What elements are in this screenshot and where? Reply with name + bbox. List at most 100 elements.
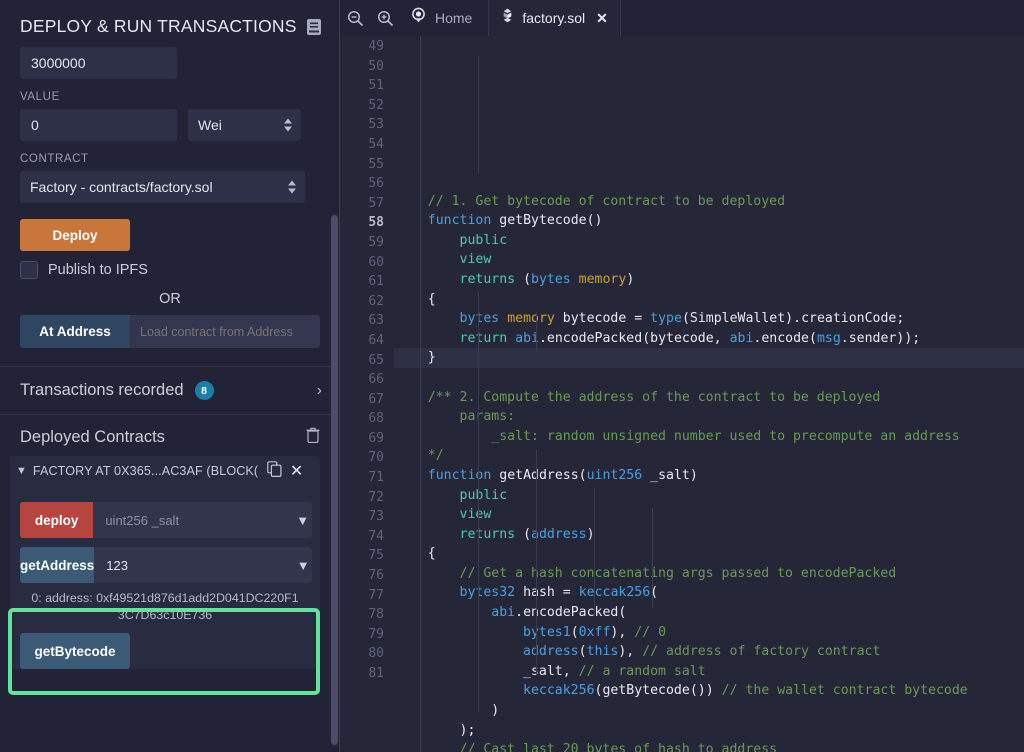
code-line[interactable]: returns (address) [394,525,1024,545]
indent-guide [536,312,537,352]
panel-header: DEPLOY & RUN TRANSACTIONS [0,0,340,47]
code-line[interactable]: ); [394,721,1024,741]
editor-tabbar: Home factory.sol ✕ [340,0,1024,36]
or-divider-text: OR [159,291,181,307]
value-unit-select[interactable]: Wei [188,109,301,141]
deployed-contracts-label: Deployed Contracts [20,428,165,446]
code-line[interactable]: public [394,486,1024,506]
deployed-contracts-header: Deployed Contracts [0,415,340,456]
code-line[interactable]: params: [394,407,1024,427]
line-number: 64 [368,332,384,348]
line-number: 53 [368,117,384,133]
code-line[interactable]: ) [394,701,1024,721]
line-number: 79 [368,626,384,642]
code-line[interactable]: return abi.encodePacked(bytecode, abi.en… [394,329,1024,349]
code-line[interactable]: keccak256(getBytecode()) // the wallet c… [394,681,1024,701]
chevron-down-icon[interactable]: ▼ [293,502,312,538]
value-input[interactable] [20,109,177,141]
code-line[interactable]: function getBytecode() [394,211,1024,231]
zoom-in-icon[interactable] [370,0,400,36]
function-input-deploy[interactable] [93,502,294,538]
document-icon[interactable] [306,18,322,36]
code-line[interactable] [394,368,1024,388]
trash-icon[interactable] [306,427,320,448]
indent-guide [420,36,421,752]
line-number: 51 [368,78,384,94]
deploy-run-panel: DEPLOY & RUN TRANSACTIONS VALUE Wei [0,0,340,752]
at-address-input[interactable] [130,315,320,348]
tab-factory-sol[interactable]: factory.sol ✕ [489,0,621,36]
tab-home-label: Home [435,10,473,26]
code-line[interactable]: // 1. Get bytecode of contract to be dep… [394,192,1024,212]
contract-card-header[interactable]: ▼ FACTORY AT 0X365...AC3AF (BLOCK( ✕ [10,456,320,486]
code-line[interactable]: abi.encodePacked( [394,603,1024,623]
code-line[interactable]: bytes memory bytecode = type(SimpleWalle… [394,309,1024,329]
function-button-getbytecode[interactable]: getBytecode [20,633,130,669]
line-number: 77 [368,587,384,603]
line-number: 55 [368,156,384,172]
function-row-getaddress: getAddress ▼ [20,547,312,583]
code-line[interactable]: view [394,250,1024,270]
line-number: 57 [368,195,384,211]
line-number: 58 [368,215,384,231]
copy-icon[interactable] [267,460,282,482]
code-line[interactable]: _salt, // a random salt [394,662,1024,682]
line-number: 66 [368,372,384,388]
code-line[interactable]: { [394,544,1024,564]
deploy-button[interactable]: Deploy [20,219,130,251]
function-button-getaddress[interactable]: getAddress [20,547,95,583]
indent-guide [652,508,653,608]
code-line[interactable]: view [394,505,1024,525]
code-line[interactable]: { [394,290,1024,310]
indent-guide [478,56,479,174]
code-line[interactable]: // Cast last 20 bytes of hash to address [394,740,1024,752]
close-icon[interactable]: ✕ [596,10,608,27]
line-number: 56 [368,176,384,192]
code-line[interactable]: } [394,348,1024,368]
chevron-down-icon[interactable]: ▼ [16,465,27,477]
code-line[interactable]: bytes32 hash = keccak256( [394,583,1024,603]
tab-label: factory.sol [522,10,586,26]
code-line[interactable]: */ [394,446,1024,466]
value-unit-label: Wei [198,117,222,133]
transactions-recorded-badge: 8 [194,381,214,400]
line-number: 63 [368,313,384,329]
indent-guide [594,488,595,616]
code-line[interactable]: returns (bytes memory) [394,270,1024,290]
zoom-out-icon[interactable] [340,0,370,36]
code-line[interactable]: // Get a hash concatenating args passed … [394,564,1024,584]
code-line[interactable]: bytes1(0xff), // 0 [394,623,1024,643]
close-icon[interactable]: ✕ [288,461,305,481]
line-number: 76 [368,568,384,584]
tab-home[interactable]: Home [400,0,490,36]
line-number: 81 [368,666,384,681]
indent-guide [536,450,537,676]
line-number: 67 [368,391,384,407]
code-line[interactable] [394,172,1024,192]
sidebar-scrollbar-thumb[interactable] [331,215,338,745]
publish-ipfs-checkbox[interactable] [20,261,38,279]
line-number: 74 [368,528,384,544]
page-title: DEPLOY & RUN TRANSACTIONS [20,16,297,36]
code-text[interactable]: // 1. Get bytecode of contract to be dep… [394,36,1024,752]
gas-limit-input[interactable] [20,47,177,79]
transactions-recorded-row[interactable]: Transactions recorded 8 › [0,367,340,414]
at-address-button[interactable]: At Address [20,315,130,348]
code-line[interactable]: address(this), // address of factory con… [394,642,1024,662]
at-address-row: At Address [20,315,320,348]
code-line[interactable]: _salt: random unsigned number used to pr… [394,427,1024,447]
sidebar-scrollbar[interactable] [330,0,339,752]
code-line[interactable]: /** 2. Compute the address of the contra… [394,388,1024,408]
function-row-deploy: deploy ▼ [20,502,312,538]
code-line[interactable]: public [394,231,1024,251]
chevron-down-icon[interactable]: ▼ [294,547,312,583]
transactions-recorded-label: Transactions recorded [20,381,184,399]
line-number: 49 [368,39,384,54]
code-line[interactable]: function getAddress(uint256 _salt) [394,466,1024,486]
function-input-getaddress[interactable] [94,547,295,583]
chevron-right-icon[interactable]: › [317,382,322,400]
code-editor-panel: Home factory.sol ✕ 49 50 51 52 53 54 55 56 57 58 5… [340,0,1024,752]
code-area[interactable]: 49 50 51 52 53 54 55 56 57 58 59 60 61 62 63 64 65 66 67 68… [340,36,1024,752]
contract-select[interactable]: Factory - contracts/factory.sol [20,171,305,203]
function-button-deploy[interactable]: deploy [20,502,94,538]
